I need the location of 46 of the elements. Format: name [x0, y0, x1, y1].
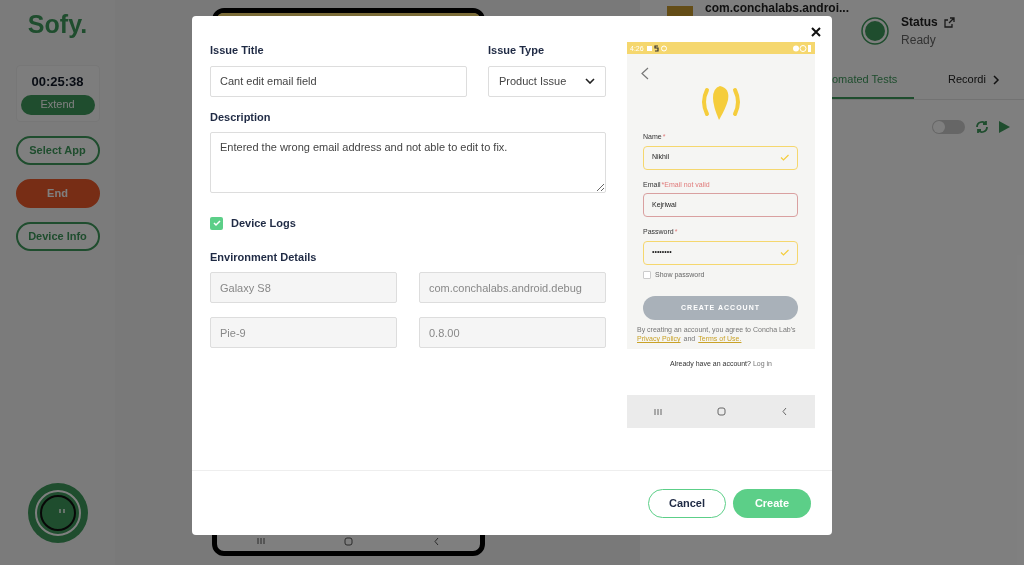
- environment-field[interactable]: 0.8.00: [419, 317, 606, 348]
- logo: Sofy.: [27, 12, 88, 37]
- sidebar-button[interactable]: Select App: [15, 135, 100, 165]
- issue-title-field[interactable]: Cant edit email field: [210, 65, 467, 97]
- field-label: Issue Type: [488, 43, 546, 58]
- checkbox-label: Device Logs: [231, 216, 296, 231]
- phone-status-icons: [792, 44, 812, 52]
- checkbox[interactable]: [643, 270, 651, 279]
- tab[interactable]: Recordi: [948, 61, 986, 99]
- checkbox[interactable]: [210, 216, 223, 230]
- play-icon[interactable]: [999, 121, 1010, 133]
- sidebar-button[interactable]: Device Info: [15, 221, 100, 251]
- check-icon: [780, 154, 789, 161]
- back-icon[interactable]: [433, 536, 441, 546]
- toggle-switch[interactable]: [932, 120, 965, 134]
- home-icon[interactable]: [717, 407, 726, 416]
- home-icon[interactable]: [344, 536, 354, 546]
- environment-field[interactable]: com.conchalabs.android.debug: [419, 272, 606, 303]
- status-value: Ready: [901, 32, 937, 49]
- field-label: Description: [210, 109, 272, 125]
- environment-field[interactable]: Galaxy S8: [210, 272, 397, 303]
- chatbot-icon[interactable]: [27, 483, 88, 543]
- notification-icons: [646, 44, 669, 52]
- create-button[interactable]: Create: [733, 488, 811, 518]
- app-name: com.conchalabs.androi...: [705, 1, 850, 15]
- status-indicator-icon: [861, 17, 890, 45]
- field-label: Issue Title: [210, 43, 265, 58]
- close-icon[interactable]: [810, 26, 822, 38]
- sidebar-button[interactable]: End: [15, 178, 100, 208]
- description-field[interactable]: Entered the wrong email address and not able to edit to fix.: [210, 132, 606, 193]
- external-link-icon[interactable]: [943, 16, 955, 28]
- status-label: Status: [901, 14, 938, 31]
- refresh-icon[interactable]: [975, 120, 989, 134]
- chevron-down-icon: [585, 78, 595, 84]
- check-icon: [212, 219, 221, 228]
- field-label: Environment Details: [210, 249, 318, 265]
- chevron-right-icon[interactable]: [991, 75, 1000, 85]
- timer: 00:25:38: [31, 73, 84, 91]
- cancel-button[interactable]: Cancel: [648, 488, 726, 518]
- environment-field[interactable]: Pie-9: [210, 317, 397, 348]
- recent-apps-icon[interactable]: [256, 537, 265, 545]
- extend-button[interactable]: Extend: [20, 94, 95, 115]
- issue-type-dropdown[interactable]: Product Issue: [488, 65, 606, 97]
- back-icon[interactable]: [780, 407, 788, 416]
- recent-apps-icon[interactable]: [654, 407, 663, 416]
- check-icon: [780, 249, 789, 256]
